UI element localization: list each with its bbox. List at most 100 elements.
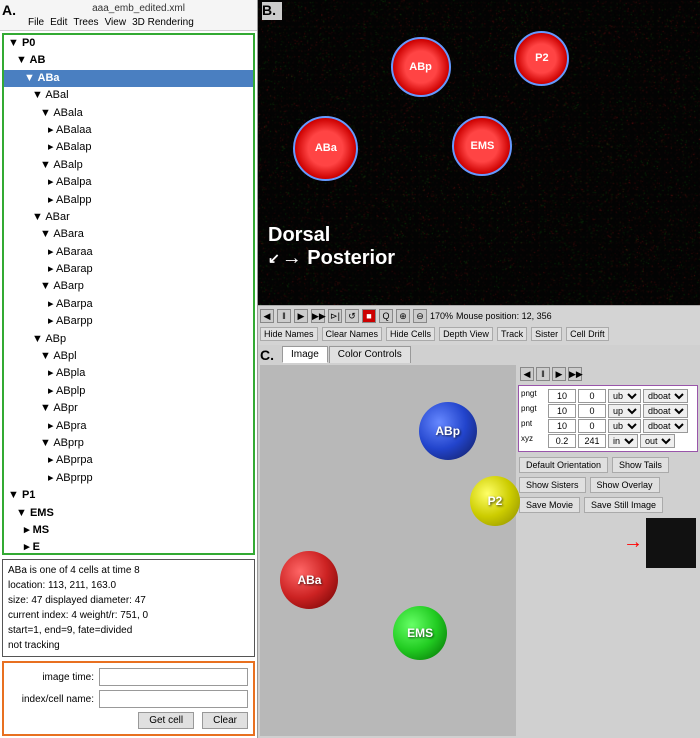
clear-button[interactable]: Clear [202, 712, 248, 729]
tree-node-abprpp[interactable]: ▸ ABprpp [4, 470, 253, 487]
tb-fast-fwd-icon[interactable]: ▶▶ [311, 309, 325, 323]
index-cell-input[interactable] [99, 690, 248, 708]
ctrl-val1-3[interactable] [548, 434, 576, 448]
tb-red-btn[interactable]: ■ [362, 309, 376, 323]
tab-color-controls[interactable]: Color Controls [329, 346, 411, 363]
tree-node-ab[interactable]: ▼ AB [4, 52, 253, 69]
ctrl-sel2-2[interactable]: dboat [643, 419, 688, 433]
tree-node-abpl[interactable]: ▼ ABpl [4, 348, 253, 365]
tree-node-abp[interactable]: ▼ ABp [4, 331, 253, 348]
tree-node-abprpa[interactable]: ▸ ABprpa [4, 452, 253, 469]
depth-view-btn[interactable]: Depth View [439, 327, 493, 341]
cell-3d-ems[interactable]: EMS [393, 606, 447, 660]
show-tails-btn[interactable]: Show Tails [612, 457, 669, 473]
tree-node-p0[interactable]: ▼ P0 [4, 35, 253, 52]
hide-names-btn[interactable]: Hide Names [260, 327, 318, 341]
section-a-label: A. [2, 2, 16, 18]
sister-btn[interactable]: Sister [531, 327, 562, 341]
cell-3d-aba[interactable]: ABa [280, 551, 338, 609]
tree-node-abarap[interactable]: ▸ ABarap [4, 261, 253, 278]
tree-node-abalp[interactable]: ▼ ABalp [4, 157, 253, 174]
tree-node-abalpa[interactable]: ▸ ABalpa [4, 174, 253, 191]
tree-node-abala[interactable]: ▼ ABala [4, 105, 253, 122]
controls-panel: ◀ ‖ ▶ ▶▶ pngt ub dboat [518, 365, 698, 736]
tree-node-abarpa[interactable]: ▸ ABarpa [4, 296, 253, 313]
tree-node-abaraa[interactable]: ▸ ABaraa [4, 244, 253, 261]
track-btn[interactable]: Track [497, 327, 527, 341]
ctrl-val2-0[interactable] [578, 389, 606, 403]
tree-node-abarp[interactable]: ▼ ABarp [4, 278, 253, 295]
hide-cells-btn[interactable]: Hide Cells [386, 327, 435, 341]
tb-play-icon[interactable]: ◀ [260, 309, 274, 323]
menu-view[interactable]: View [105, 17, 127, 28]
ctrl-val1-0[interactable] [548, 389, 576, 403]
tb-pause-icon[interactable]: ‖ [277, 309, 291, 323]
tree-node-abal[interactable]: ▼ ABal [4, 87, 253, 104]
tree-node-abalap[interactable]: ▸ ABalap [4, 139, 253, 156]
get-cell-button[interactable]: Get cell [138, 712, 194, 729]
menu-3d[interactable]: 3D Rendering [132, 17, 194, 28]
cell-3d-ems-label: EMS [407, 626, 433, 640]
cell-drift-btn[interactable]: Cell Drift [566, 327, 609, 341]
tree-node-abalpp[interactable]: ▸ ABalpp [4, 192, 253, 209]
tree-node-ems[interactable]: ▼ EMS [4, 505, 253, 522]
default-orientation-btn[interactable]: Default Orientation [519, 457, 608, 473]
tree-node-abara[interactable]: ▼ ABara [4, 226, 253, 243]
ctrl-sel1-1[interactable]: up [608, 404, 641, 418]
tb-forward-icon[interactable]: ▶ [294, 309, 308, 323]
tree-node-e[interactable]: ▸ E [4, 539, 253, 555]
tb-icon3[interactable]: ⊕ [396, 309, 410, 323]
section-c: C. Image Color Controls ABp P2 [258, 345, 700, 738]
ctrl-sel1-3[interactable]: in [608, 434, 638, 448]
ctrl-sel2-0[interactable]: dboat [643, 389, 688, 403]
clear-names-btn[interactable]: Clear Names [322, 327, 383, 341]
ctrl-val2-3[interactable] [578, 434, 606, 448]
mini-play-icon[interactable]: ◀ [520, 367, 534, 381]
image-time-input[interactable] [99, 668, 248, 686]
tree-node-ms[interactable]: ▸ MS [4, 522, 253, 539]
tabs-c: Image Color Controls [282, 346, 411, 363]
tab-image[interactable]: Image [282, 346, 328, 363]
image-time-row: image time: [9, 668, 248, 686]
ctrl-sel2-3[interactable]: out [640, 434, 675, 448]
menu-edit[interactable]: Edit [50, 17, 67, 28]
tb-loop-icon[interactable]: ↺ [345, 309, 359, 323]
save-still-image-btn[interactable]: Save Still Image [584, 497, 663, 513]
ctrl-val1-1[interactable] [548, 404, 576, 418]
tree-node-p1[interactable]: ▼ P1 [4, 487, 253, 504]
show-overlay-btn[interactable]: Show Overlay [590, 477, 660, 493]
tb-end-icon[interactable]: ⊳| [328, 309, 342, 323]
ctrl-sel1-0[interactable]: ub [608, 389, 641, 403]
ctrl-sel1-2[interactable]: ub [608, 419, 641, 433]
tree-node-abalaa[interactable]: ▸ ABalaa [4, 122, 253, 139]
tree-node-abplp[interactable]: ▸ ABplp [4, 383, 253, 400]
ctrl-val1-2[interactable] [548, 419, 576, 433]
mini-pause-icon[interactable]: ‖ [536, 367, 550, 381]
show-sisters-btn[interactable]: Show Sisters [519, 477, 586, 493]
ctrl-sel2-1[interactable]: dboat [643, 404, 688, 418]
menu-file[interactable]: File [28, 17, 44, 28]
cell-label-aba: ABa [295, 142, 356, 154]
tree-node-abpla[interactable]: ▸ ABpla [4, 365, 253, 382]
tree-node-abarpp[interactable]: ▸ ABarpp [4, 313, 253, 330]
menu-trees[interactable]: Trees [73, 17, 98, 28]
info-line: start=1, end=9, fate=divided [8, 623, 249, 638]
tree-node-abprp[interactable]: ▼ ABprp [4, 435, 253, 452]
tree-node-abpr[interactable]: ▼ ABpr [4, 400, 253, 417]
main-container: A. aaa_emb_edited.xml File Edit Trees Vi… [0, 0, 700, 738]
tree-node-abpra[interactable]: ▸ ABpra [4, 418, 253, 435]
tb-icon2[interactable]: Q [379, 309, 393, 323]
cell-3d-abp[interactable]: ABp [419, 402, 477, 460]
ctrl-val2-1[interactable] [578, 404, 606, 418]
ctrl-row-3: xyz in out [521, 434, 695, 448]
ctrl-val2-2[interactable] [578, 419, 606, 433]
mini-fwd-icon[interactable]: ▶ [552, 367, 566, 381]
cell-3d-aba-label: ABa [297, 573, 321, 587]
mini-ffwd-icon[interactable]: ▶▶ [568, 367, 582, 381]
tree-node-abar[interactable]: ▼ ABar [4, 209, 253, 226]
cell-3d-p2[interactable]: P2 [470, 476, 520, 526]
tb-icon4[interactable]: ⊖ [413, 309, 427, 323]
tree-node-aba[interactable]: ▼ ABa [4, 70, 253, 87]
save-movie-btn[interactable]: Save Movie [519, 497, 580, 513]
tree-container[interactable]: ▼ P0▼ AB▼ ABa▼ ABal▼ ABala▸ ABalaa▸ ABal… [2, 33, 255, 555]
